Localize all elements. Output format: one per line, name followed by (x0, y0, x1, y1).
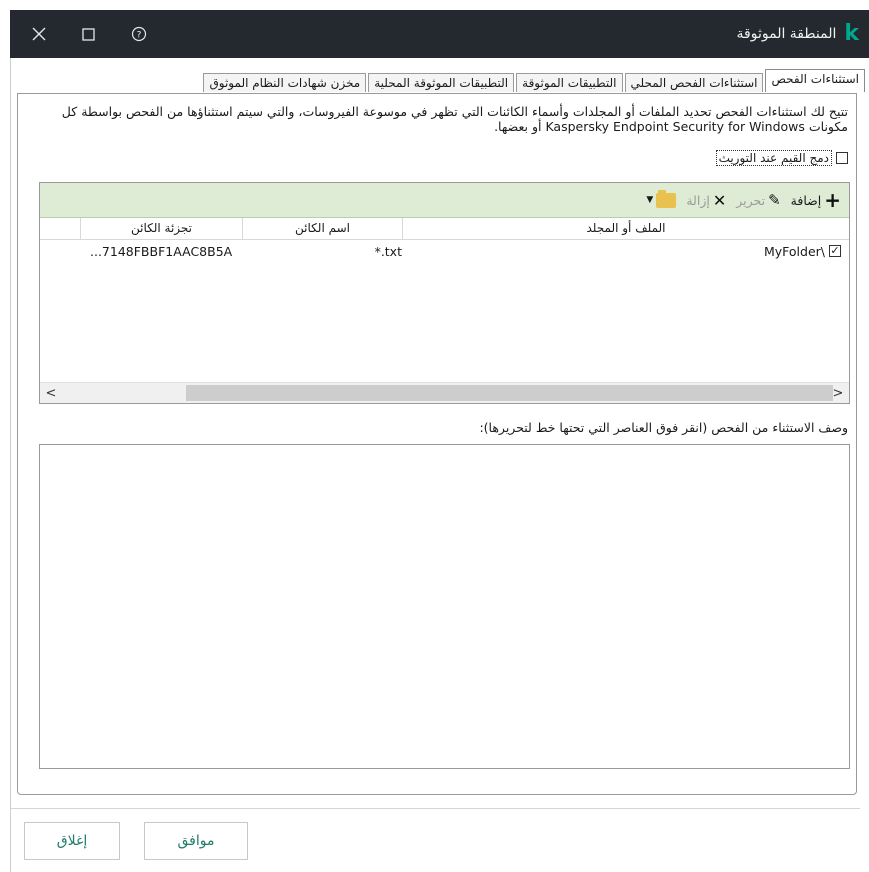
ok-button[interactable]: موافق (144, 822, 248, 860)
exclusions-description: تتيح لك استثناءات الفحص تحديد الملفات أو… (61, 104, 848, 134)
cell-path: ✓ \MyFolder (402, 244, 849, 259)
plus-icon: + (824, 188, 841, 212)
exclusion-description-label: وصف الاستثناء من الفحص (انقر فوق العناصر… (479, 420, 848, 435)
column-object-hash[interactable]: تجزئة الكائن (80, 218, 242, 239)
dialog-window: استثناءات الفحص استثناءات الفحص المحلي ا… (10, 58, 869, 872)
column-file-or-folder[interactable]: الملف أو المجلد (402, 218, 849, 239)
tab-scan-exclusions[interactable]: استثناءات الفحص (765, 69, 865, 92)
tab-local-trusted-applications[interactable]: التطبيقات الموثوقة المحلية (368, 73, 515, 92)
remove-icon: ✕ (712, 190, 727, 210)
table-row[interactable]: ✓ \MyFolder *.txt ...7148FBBF1AAC8B5A (40, 240, 849, 262)
scroll-right-icon[interactable]: > (829, 384, 847, 402)
column-spacer (40, 218, 80, 239)
close-icon[interactable] (32, 27, 46, 41)
kaspersky-logo: k (844, 21, 859, 46)
tab-trusted-system-certificate-store[interactable]: مخزن شهادات النظام الموثوق (203, 73, 367, 92)
add-button[interactable]: + إضافة (791, 190, 841, 210)
folder-dropdown-button[interactable]: ▼ (646, 189, 677, 208)
table-toolbar: + إضافة ✎ تحرير ✕ إزالة ▼ (40, 183, 849, 218)
row-path: \MyFolder (763, 243, 825, 259)
maximize-icon[interactable] (82, 27, 95, 41)
column-object-name[interactable]: اسم الكائن (242, 218, 402, 239)
merge-values-checkbox[interactable] (836, 152, 848, 164)
scrollbar-thumb[interactable] (186, 385, 833, 401)
remove-button[interactable]: ✕ إزالة (686, 191, 726, 210)
svg-text:?: ? (137, 31, 142, 41)
footer-divider (11, 808, 860, 809)
merge-values-option[interactable]: دمج القيم عند التوريث (715, 150, 848, 166)
pencil-icon: ✎ (768, 191, 781, 209)
dropdown-arrow-icon: ▼ (646, 195, 654, 205)
exclusion-description-area[interactable] (39, 444, 850, 769)
scroll-left-icon[interactable]: < (42, 384, 60, 402)
window-controls: ? (10, 26, 147, 42)
tab-strip: استثناءات الفحص استثناءات الفحص المحلي ا… (203, 69, 865, 92)
row-object-hash: ...7148FBBF1AAC8B5A (90, 243, 233, 259)
row-object-name: *.txt (374, 243, 402, 259)
close-button[interactable]: إغلاق (24, 822, 120, 860)
title-bar: ? k المنطقة الموثوقة (10, 10, 869, 58)
window-title: المنطقة الموثوقة (736, 26, 837, 42)
remove-label: إزالة (686, 192, 710, 208)
table-header: الملف أو المجلد اسم الكائن تجزئة الكائن (40, 218, 849, 240)
folder-icon (656, 189, 677, 208)
merge-values-label[interactable]: دمج القيم عند التوريث (715, 150, 832, 166)
tab-panel: تتيح لك استثناءات الفحص تحديد الملفات أو… (17, 93, 857, 795)
edit-label: تحرير (736, 192, 766, 208)
horizontal-scrollbar[interactable]: < > (40, 382, 849, 403)
tab-local-scan-exclusions[interactable]: استثناءات الفحص المحلي (624, 73, 764, 92)
exclusions-table: + إضافة ✎ تحرير ✕ إزالة ▼ الملف أو المجل… (39, 182, 850, 404)
edit-button[interactable]: ✎ تحرير (736, 191, 780, 209)
tab-trusted-applications[interactable]: التطبيقات الموثوقة (516, 73, 623, 92)
row-checkbox[interactable]: ✓ (829, 245, 841, 257)
help-icon[interactable]: ? (131, 26, 147, 42)
add-label: إضافة (790, 192, 822, 208)
